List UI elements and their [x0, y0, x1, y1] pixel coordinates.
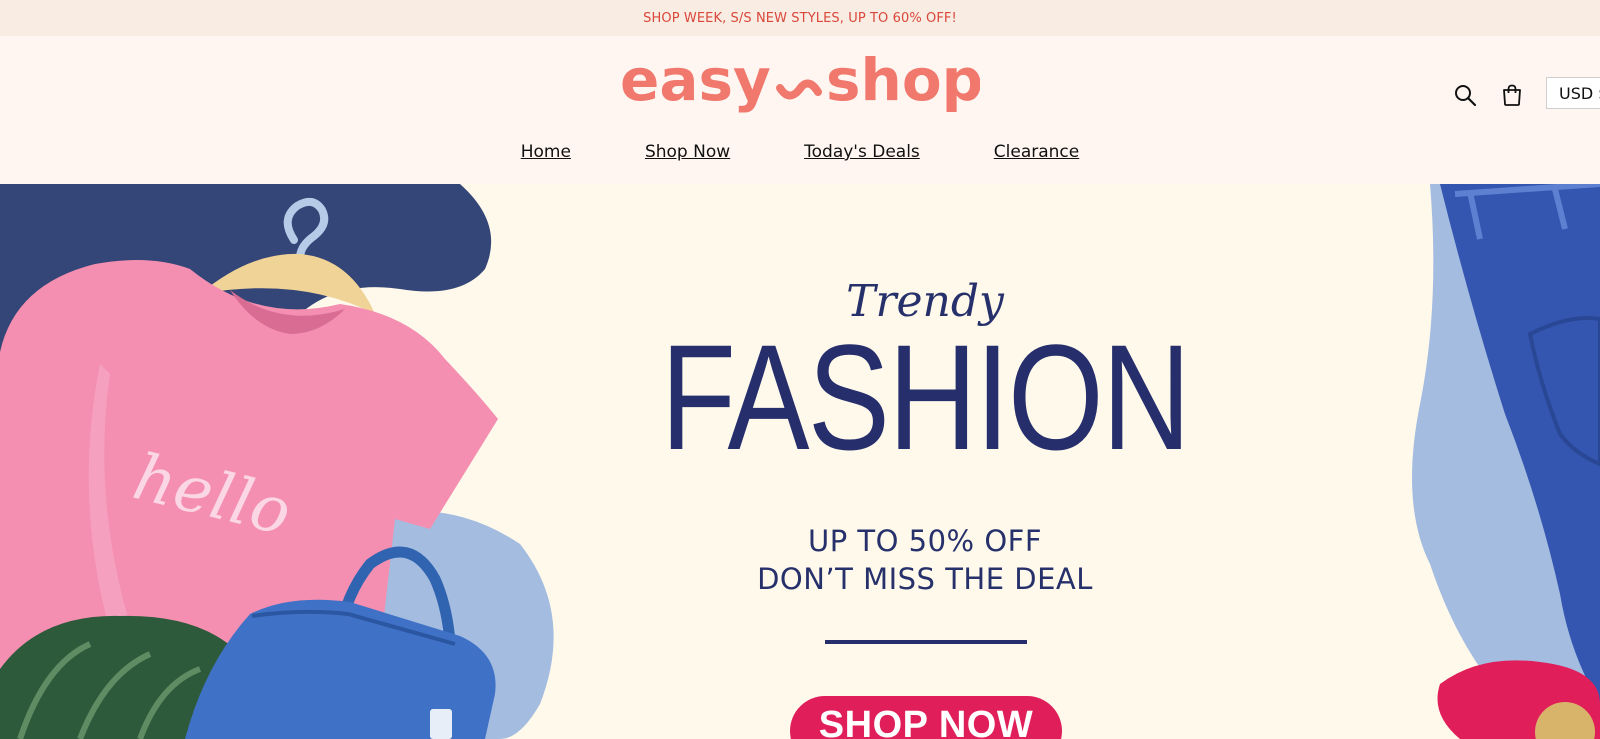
logo-wordmark: easy shop [620, 52, 980, 114]
logo[interactable]: easy shop [0, 52, 1600, 122]
hero-headline: FASHION [660, 313, 1191, 481]
search-icon[interactable] [1450, 80, 1480, 110]
hero-banner[interactable]: hello Trendy FASHION UP TO 50% OFF DON’T… [0, 184, 1600, 739]
nav-item-shop-now[interactable]: Shop Now [645, 142, 730, 162]
logo-text-left: easy [620, 52, 771, 114]
nav-item-home[interactable]: Home [521, 142, 571, 162]
main-nav: Home Shop Now Today's Deals Clearance [0, 142, 1600, 162]
site-header: easy shop USD $ Home Shop Now Today's De… [0, 36, 1600, 184]
nav-item-clearance[interactable]: Clearance [994, 142, 1079, 162]
currency-selector[interactable]: USD $ [1546, 77, 1600, 109]
shop-now-button[interactable]: SHOP NOW [790, 696, 1062, 739]
hero-offer-line1: UP TO 50% OFF [807, 524, 1043, 558]
announcement-text: SHOP WEEK, S/S NEW STYLES, UP TO 60% OFF… [643, 10, 957, 26]
announcement-bar: SHOP WEEK, S/S NEW STYLES, UP TO 60% OFF… [0, 0, 1600, 36]
hero-divider [825, 640, 1027, 644]
logo-swoosh-icon [776, 79, 822, 100]
bag-tag-icon [430, 709, 452, 739]
hero-offer-line2: DON’T MISS THE DEAL [757, 562, 1093, 596]
nav-item-todays-deals[interactable]: Today's Deals [804, 142, 920, 162]
cart-icon[interactable] [1497, 80, 1527, 110]
logo-text-right: shop [826, 52, 980, 114]
